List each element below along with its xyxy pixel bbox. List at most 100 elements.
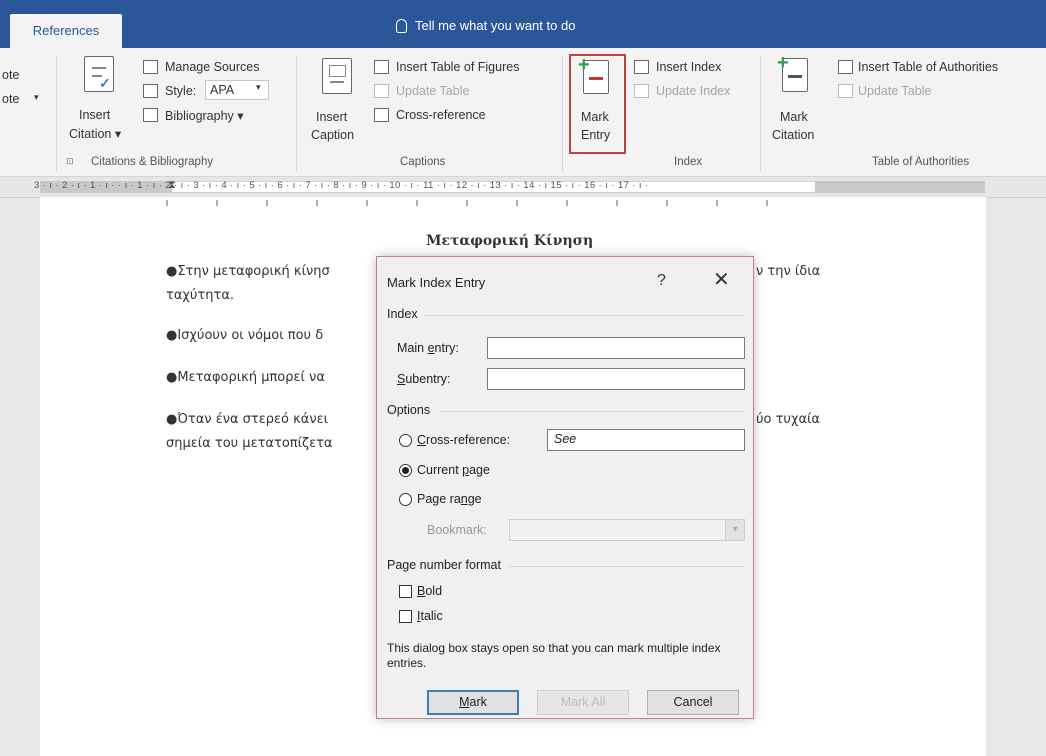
group-label-authorities: Table of Authorities (872, 156, 970, 168)
label-part: old (425, 584, 443, 598)
group-separator (562, 56, 563, 172)
paragraph-1-right: ν την ίδια (756, 264, 821, 279)
cross-reference-label: Cross-reference: (417, 433, 510, 447)
ruler-right-margin (815, 181, 985, 193)
section-divider (439, 411, 745, 412)
label-part: ntry: (434, 341, 459, 355)
page-range-radio[interactable] (399, 493, 412, 506)
close-icon[interactable]: ✕ (713, 270, 730, 290)
access-key: e (427, 341, 435, 355)
paragraph-3: ●Μεταφορική μπορεί να (166, 370, 325, 385)
update-index-label: Update Index (656, 84, 731, 98)
label-part: Main (397, 341, 428, 355)
title-bar: References Tell me what you want to do (0, 0, 1046, 48)
cross-reference-field[interactable]: See (547, 429, 745, 451)
ruler-numbers: 3 · ı · 2 · ı · 1 · ı · · ı · 1 · ı · 2 … (34, 180, 649, 191)
page-range-label: Page range (417, 492, 482, 506)
mark-entry-icon: + (578, 55, 609, 94)
italic-checkbox[interactable] (399, 610, 412, 623)
insert-caption-icon (322, 58, 352, 94)
group-separator (760, 56, 761, 172)
mark-index-entry-dialog: Mark Index Entry ? ✕ Index Main entry: S… (376, 256, 754, 719)
bold-label: Bold (417, 584, 442, 598)
dialog-title: Mark Index Entry (387, 275, 486, 290)
update-table-icon (374, 84, 389, 98)
mark-entry-button[interactable]: + Mark Entry (569, 54, 626, 154)
insert-citation-icon: ✓ (84, 56, 114, 92)
update-index-icon (634, 84, 649, 98)
mark-entry-label-2: Entry (581, 128, 611, 142)
minus-icon (589, 77, 603, 80)
tell-me-search[interactable]: Tell me what you want to do (396, 18, 575, 33)
lightbulb-icon (396, 18, 407, 33)
partial-dropdown-arrow[interactable]: ▾ (34, 92, 39, 103)
style-value: APA (210, 83, 235, 97)
style-dropdown[interactable]: APA ▾ (205, 80, 269, 100)
update-table-label: Update Table (396, 84, 470, 98)
current-page-radio[interactable] (399, 464, 412, 477)
label-part: Page ra (417, 492, 461, 506)
dialog-note: This dialog box stays open so that you c… (387, 641, 721, 670)
paragraph-4: ●Όταν ένα στερεό κάνει (166, 412, 329, 427)
minus-icon (788, 75, 802, 78)
table-of-figures-icon (374, 60, 389, 74)
chevron-down-icon[interactable]: ▾ (725, 520, 744, 540)
subentry-field[interactable] (487, 368, 745, 390)
icon-line (330, 81, 344, 83)
style-label: Style: (165, 84, 197, 98)
help-button[interactable]: ? (657, 272, 666, 290)
label-part: Current (417, 463, 463, 477)
plus-icon: + (777, 52, 789, 74)
document-heading: Μεταφορική Κίνηση (426, 233, 594, 249)
mark-entry-label-1: Mark (581, 110, 609, 124)
insert-index-icon (634, 60, 649, 74)
manage-sources-label: Manage Sources (165, 60, 260, 74)
section-divider (425, 315, 745, 316)
insert-index-label: Insert Index (656, 60, 722, 74)
chevron-down-icon: ▾ (256, 82, 261, 92)
paragraph-4-right: ύο τυχαία (756, 412, 821, 427)
ribbon: ote ote ▾ ✓ Insert Citation ▾ Manage Sou… (0, 48, 1046, 177)
tell-me-label: Tell me what you want to do (415, 18, 576, 33)
access-key: M (459, 695, 470, 709)
subentry-label: Subentry: (397, 372, 451, 386)
image-placeholder-icon (329, 65, 346, 77)
group-label-captions: Captions (400, 156, 446, 168)
bibliography-label: Bibliography ▾ (165, 109, 244, 123)
bookmark-dropdown[interactable]: ▾ (509, 519, 745, 541)
insert-citation-label-1: Insert (79, 108, 111, 122)
tab-references[interactable]: References (10, 14, 122, 48)
partial-footnote-item[interactable]: ote (2, 68, 19, 82)
cross-reference-label: Cross-reference (396, 108, 486, 122)
cancel-button[interactable]: Cancel (647, 690, 739, 715)
paragraph-1-line-2: ταχύτητα. (166, 288, 235, 303)
mark-all-button[interactable]: Mark All (537, 690, 629, 715)
group-label-index: Index (674, 156, 703, 168)
group-separator (296, 56, 297, 172)
current-page-label: Current page (417, 463, 490, 477)
dialog-launcher-icon[interactable]: ⊡ (66, 156, 74, 167)
partial-endnote-item[interactable]: ote (2, 92, 19, 106)
cross-reference-radio[interactable] (399, 434, 412, 447)
label-part: ubentry: (405, 372, 451, 386)
page-number-format-label: Page number format (387, 558, 501, 572)
italic-label: Italic (417, 609, 443, 623)
access-key: C (417, 433, 427, 447)
label-part: age (469, 463, 490, 477)
label-part: ge (467, 492, 482, 506)
bold-checkbox[interactable] (399, 585, 412, 598)
paragraph-4-line-2: σημεία του μετατοπίζετα (166, 436, 333, 451)
update-table-icon (838, 84, 853, 98)
mark-citation-label-2: Citation (772, 128, 815, 142)
indent-marker-icon[interactable]: ⧗ (168, 179, 176, 192)
cross-reference-icon (374, 108, 389, 122)
horizontal-ruler[interactable]: 3 · ı · 2 · ı · 1 · ı · · ı · 1 · ı · 2 … (0, 177, 1046, 198)
mark-button[interactable]: Mark (427, 690, 519, 715)
section-divider (509, 566, 745, 567)
main-entry-field[interactable] (487, 337, 745, 359)
label-part: talic (420, 609, 443, 623)
paragraph-2: ●Ισχύουν οι νόμοι που δ (166, 328, 324, 343)
insert-caption-label-2: Caption (311, 128, 355, 142)
plus-icon: + (578, 54, 590, 76)
manage-sources-icon (143, 60, 158, 74)
